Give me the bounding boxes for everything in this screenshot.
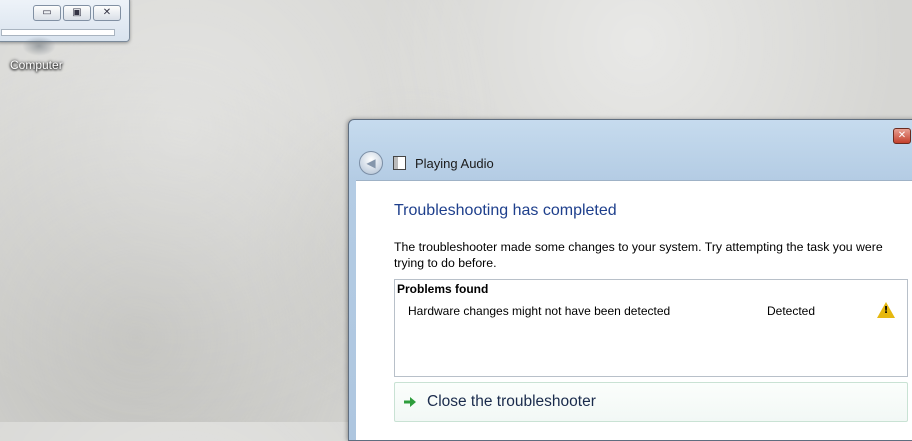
background-window: ▭ ▣ ✕: [0, 0, 130, 42]
troubleshooter-window: ✕ ◀ Playing Audio Troubleshooting has co…: [348, 119, 912, 441]
minimize-button[interactable]: ▭: [33, 5, 61, 21]
problem-row[interactable]: Hardware changes might not have been det…: [395, 302, 907, 322]
address-bar[interactable]: [1, 29, 115, 36]
green-arrow-icon: [404, 397, 416, 407]
window-title: Playing Audio: [415, 155, 494, 171]
content-pane: Troubleshooting has completed The troubl…: [356, 180, 912, 440]
page-heading: Troubleshooting has completed: [394, 202, 617, 219]
description-text: The troubleshooter made some changes to …: [394, 240, 883, 270]
problems-header: Problems found: [397, 282, 489, 296]
window-controls: ▭ ▣ ✕: [33, 5, 121, 21]
close-troubleshooter-link[interactable]: Close the troubleshooter: [394, 382, 908, 422]
problem-name: Hardware changes might not have been det…: [408, 304, 671, 318]
close-link-label: Close the troubleshooter: [427, 393, 596, 410]
problem-status: Detected: [767, 304, 816, 318]
problems-panel: Problems found Hardware changes might no…: [394, 279, 908, 377]
window-close-button[interactable]: ✕: [893, 128, 911, 144]
maximize-button[interactable]: ▣: [63, 5, 91, 21]
close-button[interactable]: ✕: [93, 5, 121, 21]
computer-icon[interactable]: [22, 36, 56, 56]
desktop-icon-label[interactable]: Computer: [10, 58, 63, 72]
back-arrow-icon[interactable]: ◀: [359, 151, 383, 175]
warning-mark: !: [883, 305, 889, 316]
troubleshooter-icon: [393, 156, 406, 170]
navigation-bar: ◀ Playing Audio: [359, 148, 912, 178]
